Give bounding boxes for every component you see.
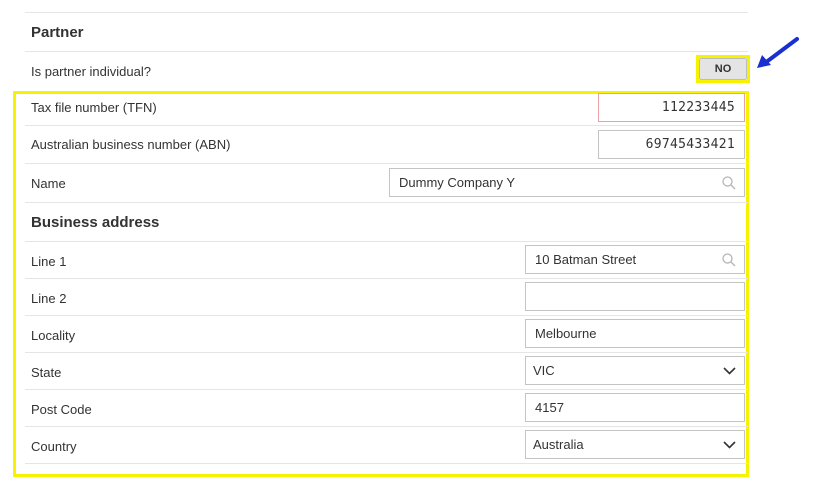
divider [25,278,748,279]
locality-label: Locality [31,328,76,343]
line1-label: Line 1 [31,254,67,269]
postcode-label: Post Code [31,402,92,417]
search-icon[interactable] [721,252,737,268]
tfn-value: 112233445 [661,100,735,115]
divider [25,202,748,203]
line1-value: 10 Batman Street [535,252,637,267]
locality-value: Melbourne [535,326,597,341]
divider [25,12,748,13]
arrow-icon [757,37,799,68]
divider [25,389,748,390]
line1-field[interactable]: 10 Batman Street [525,245,745,274]
divider [25,163,748,164]
abn-label: Australian business number (ABN) [31,137,231,152]
name-label: Name [31,176,66,191]
country-select[interactable]: Australia [525,430,745,459]
state-value: VIC [533,363,555,378]
state-label: State [31,365,62,380]
divider [25,241,748,242]
partner-section-title: Partner [31,24,84,41]
postcode-value: 4157 [535,400,564,415]
name-field[interactable]: Dummy Company Y [389,168,745,197]
tfn-field[interactable]: 112233445 [598,93,745,122]
divider [25,315,748,316]
abn-field[interactable]: 69745433421 [598,130,745,159]
chevron-down-icon [723,441,736,449]
postcode-field[interactable]: 4157 [525,393,745,422]
country-value: Australia [533,437,584,452]
line2-label: Line 2 [31,291,67,306]
state-select[interactable]: VIC [525,356,745,385]
name-value: Dummy Company Y [399,175,516,190]
divider [25,51,748,52]
divider [25,125,748,126]
divider [25,463,748,464]
is-partner-individual-label: Is partner individual? [31,64,151,79]
search-icon[interactable] [721,175,737,191]
divider [25,426,748,427]
line2-field[interactable] [525,282,745,311]
country-label: Country [31,439,77,454]
tfn-label: Tax file number (TFN) [31,100,157,115]
is-partner-individual-toggle[interactable]: NO [699,58,747,80]
divider [25,352,748,353]
abn-value: 69745433421 [645,137,735,152]
locality-field[interactable]: Melbourne [525,319,745,348]
chevron-down-icon [723,367,736,375]
business-address-section-title: Business address [31,214,160,231]
